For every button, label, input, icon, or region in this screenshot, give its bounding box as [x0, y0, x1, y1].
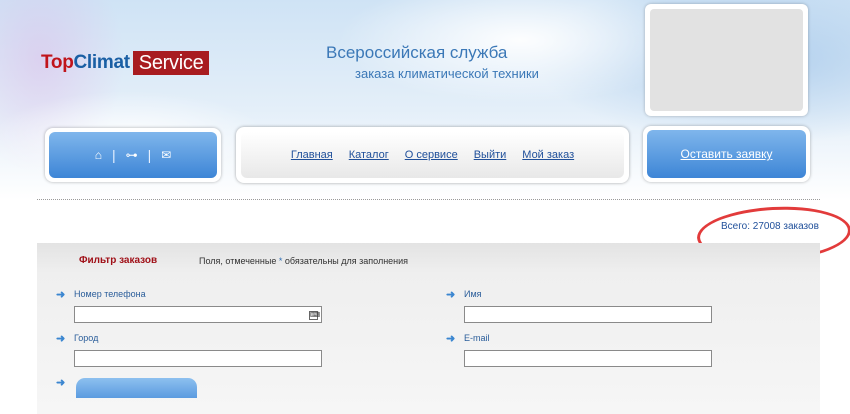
name-input[interactable]: [464, 306, 712, 323]
arrow-icon: ➜: [446, 289, 456, 301]
menu-link-logout[interactable]: Выйти: [474, 149, 507, 161]
arrow-icon: ➜: [446, 333, 456, 345]
header-photo-frame: [645, 4, 808, 116]
order-request-box: Оставить заявку: [643, 126, 810, 182]
icon-navigation: ⌂ | ⊶ | ✉: [45, 128, 221, 182]
icon-separator: |: [147, 147, 152, 163]
filter-title: Фильтр заказов: [79, 255, 158, 266]
city-label: Город: [74, 333, 99, 343]
divider: [37, 199, 820, 200]
email-label: E-mail: [464, 333, 490, 343]
email-input[interactable]: [464, 350, 712, 367]
order-request-button[interactable]: Оставить заявку: [681, 147, 773, 161]
slogan-line-2: заказа климатической техники: [355, 66, 539, 81]
header-photo: [650, 9, 803, 111]
filter-submit-button[interactable]: [76, 378, 197, 398]
menu-link-home[interactable]: Главная: [291, 149, 333, 161]
sitemap-icon[interactable]: ⊶: [126, 148, 138, 162]
arrow-icon: ➜: [56, 377, 66, 389]
main-menu: Главная Каталог О сервисе Выйти Мой зака…: [236, 127, 629, 183]
menu-link-my-order[interactable]: Мой заказ: [522, 149, 574, 161]
required-note-text-end: обязательны для заполнения: [284, 256, 409, 266]
required-note: Поля, отмеченные * обязательны для запол…: [199, 256, 408, 266]
city-input[interactable]: [74, 350, 322, 367]
required-note-text: Поля, отмеченные: [199, 256, 277, 266]
icon-separator: |: [111, 147, 116, 163]
site-logo[interactable]: Top Climat Service: [41, 51, 210, 75]
logo-service: Service: [132, 51, 210, 75]
mail-icon[interactable]: ✉: [161, 148, 171, 162]
home-icon[interactable]: ⌂: [95, 148, 102, 162]
logo-top: Top: [41, 52, 74, 73]
phone-label: Номер телефона: [74, 289, 146, 299]
name-label: Имя: [464, 289, 482, 299]
slogan-line-1: Всероссийская служба: [326, 43, 508, 62]
arrow-icon: ➜: [56, 333, 66, 345]
arrow-icon: ➜: [56, 289, 66, 301]
menu-link-about[interactable]: О сервисе: [405, 149, 458, 161]
required-star: *: [278, 256, 283, 266]
phone-input[interactable]: [74, 306, 322, 323]
logo-climat: Climat: [73, 52, 131, 73]
menu-link-catalog[interactable]: Каталог: [349, 149, 389, 161]
keyboard-icon[interactable]: ⌨: [309, 311, 320, 320]
